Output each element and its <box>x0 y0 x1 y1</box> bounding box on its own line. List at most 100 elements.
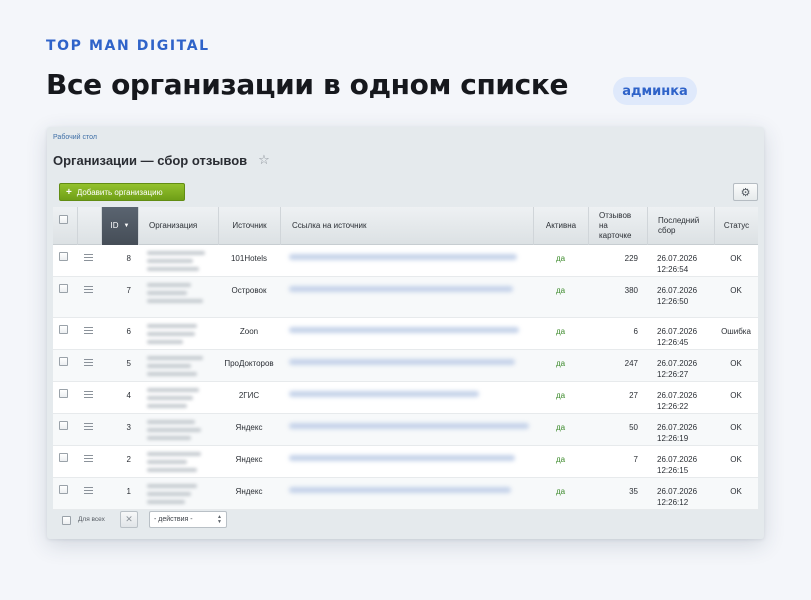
row-status: OK <box>730 359 742 368</box>
header-org[interactable]: Организация <box>138 207 218 245</box>
header-id[interactable]: ID ▼ <box>101 207 138 245</box>
row-last-collected: 26.07.2026 12:26:50 <box>657 285 717 307</box>
breadcrumb[interactable]: Рабочий стол <box>53 134 97 141</box>
organization-name-redacted[interactable] <box>147 251 209 275</box>
header-reviews[interactable]: Отзывов на карточке <box>588 207 647 245</box>
row-checkbox[interactable] <box>59 357 68 366</box>
organization-name-redacted[interactable] <box>147 324 209 348</box>
header-link[interactable]: Ссылка на источник <box>280 207 533 245</box>
star-icon[interactable]: ☆ <box>258 152 270 168</box>
row-checkbox[interactable] <box>59 485 68 494</box>
table-row[interactable]: 7 Островок да 380 26.07.2026 12:26:50 OK <box>53 277 758 318</box>
row-menu-icon[interactable] <box>84 391 93 398</box>
row-last-time: 12:26:15 <box>657 466 689 475</box>
select-all-checkbox[interactable] <box>59 215 68 224</box>
row-checkbox[interactable] <box>59 325 68 334</box>
for-all-label: Для всех <box>78 516 105 523</box>
header-reviews-line1: Отзывов <box>599 211 632 220</box>
row-id: 4 <box>126 391 131 400</box>
row-checkbox[interactable] <box>59 252 68 261</box>
header-reviews-line2: на <box>599 221 608 230</box>
row-checkbox[interactable] <box>59 284 68 293</box>
row-last-collected: 26.07.2026 12:26:27 <box>657 358 717 380</box>
row-last-date: 26.07.2026 <box>657 254 698 263</box>
table-row[interactable]: 3 Яндекс да 50 26.07.2026 12:26:19 OK <box>53 414 758 446</box>
source-link-redacted[interactable] <box>289 423 529 429</box>
source-link-redacted[interactable] <box>289 391 479 397</box>
header-reviews-line3: карточке <box>599 231 632 240</box>
row-reviews-count: 35 <box>629 487 638 496</box>
row-status: Ошибка <box>721 327 751 336</box>
table-row[interactable]: 2 Яндекс да 7 26.07.2026 12:26:15 OK <box>53 446 758 478</box>
header-active[interactable]: Активна <box>533 207 588 245</box>
source-link-redacted[interactable] <box>289 455 515 461</box>
row-id: 3 <box>126 423 131 432</box>
row-last-date: 26.07.2026 <box>657 455 698 464</box>
admin-badge: админка <box>613 77 697 105</box>
source-link-redacted[interactable] <box>289 286 513 292</box>
table-row[interactable]: 4 2ГИС да 27 26.07.2026 12:26:22 OK <box>53 382 758 414</box>
row-reviews-count: 7 <box>633 455 638 464</box>
brand-label: TOP MAN DIGITAL <box>46 38 210 54</box>
row-menu-icon[interactable] <box>84 487 93 494</box>
row-active: да <box>555 286 566 295</box>
row-menu-icon[interactable] <box>84 423 93 430</box>
row-last-time: 12:26:22 <box>657 402 689 411</box>
row-menu-icon[interactable] <box>84 455 93 462</box>
row-menu-icon[interactable] <box>84 327 93 334</box>
table-row[interactable]: 5 ПроДокторов да 247 26.07.2026 12:26:27 OK <box>53 350 758 382</box>
add-organization-label: Добавить организацию <box>76 187 163 197</box>
table-row[interactable]: 8 101Hotels да 229 26.07.2026 12:26:54 OK <box>53 245 758 277</box>
row-status: OK <box>730 286 742 295</box>
select-arrow-icon: ▲ ▼ <box>217 514 222 525</box>
header-last[interactable]: Последний сбор <box>647 207 714 245</box>
row-id: 1 <box>126 487 131 496</box>
source-link-redacted[interactable] <box>289 254 517 260</box>
row-reviews-count: 380 <box>624 286 638 295</box>
actions-select[interactable]: - действия - ▲ ▼ <box>149 511 227 528</box>
table-body: 8 101Hotels да 229 26.07.2026 12:26:54 OK 7 Остр… <box>53 245 758 510</box>
row-menu-icon[interactable] <box>84 359 93 366</box>
page-headline: Все организации в одном списке <box>46 68 569 101</box>
row-reviews-count: 247 <box>624 359 638 368</box>
header-status[interactable]: Статус <box>714 207 758 245</box>
row-checkbox[interactable] <box>59 389 68 398</box>
row-reviews-count: 6 <box>633 327 638 336</box>
row-last-date: 26.07.2026 <box>657 359 698 368</box>
source-link-redacted[interactable] <box>289 487 511 493</box>
organization-name-redacted[interactable] <box>147 420 209 444</box>
row-last-time: 12:26:50 <box>657 297 689 306</box>
row-reviews-count: 229 <box>624 254 638 263</box>
clear-selection-button[interactable]: ✕ <box>120 511 138 528</box>
row-last-collected: 26.07.2026 12:26:54 <box>657 253 717 275</box>
header-last-line1: Последний <box>658 216 700 225</box>
row-id: 8 <box>126 254 131 263</box>
organization-name-redacted[interactable] <box>147 452 209 476</box>
row-id: 7 <box>126 286 131 295</box>
row-source: ПроДокторов <box>224 359 274 368</box>
row-checkbox[interactable] <box>59 453 68 462</box>
page-title-text: Организации — сбор отзывов <box>53 152 248 168</box>
row-active: да <box>555 359 566 368</box>
row-menu-icon[interactable] <box>84 254 93 261</box>
organization-name-redacted[interactable] <box>147 388 209 412</box>
add-organization-button[interactable]: + Добавить организацию <box>59 183 185 201</box>
settings-button[interactable]: ⚙ <box>733 183 758 201</box>
row-checkbox[interactable] <box>59 421 68 430</box>
row-menu-icon[interactable] <box>84 286 93 293</box>
close-icon: ✕ <box>125 514 133 524</box>
source-link-redacted[interactable] <box>289 359 515 365</box>
for-all-checkbox[interactable] <box>62 516 71 525</box>
row-source: Островок <box>231 286 267 295</box>
row-last-date: 26.07.2026 <box>657 327 698 336</box>
organization-name-redacted[interactable] <box>147 283 209 307</box>
row-active: да <box>555 487 566 496</box>
organization-name-redacted[interactable] <box>147 356 209 380</box>
row-last-collected: 26.07.2026 12:26:15 <box>657 454 717 476</box>
row-last-date: 26.07.2026 <box>657 487 698 496</box>
row-active: да <box>555 455 566 464</box>
header-source[interactable]: Источник <box>218 207 280 245</box>
table-row[interactable]: 6 Zoon да 6 26.07.2026 12:26:45 Ошибка <box>53 318 758 350</box>
row-last-date: 26.07.2026 <box>657 391 698 400</box>
source-link-redacted[interactable] <box>289 327 519 333</box>
